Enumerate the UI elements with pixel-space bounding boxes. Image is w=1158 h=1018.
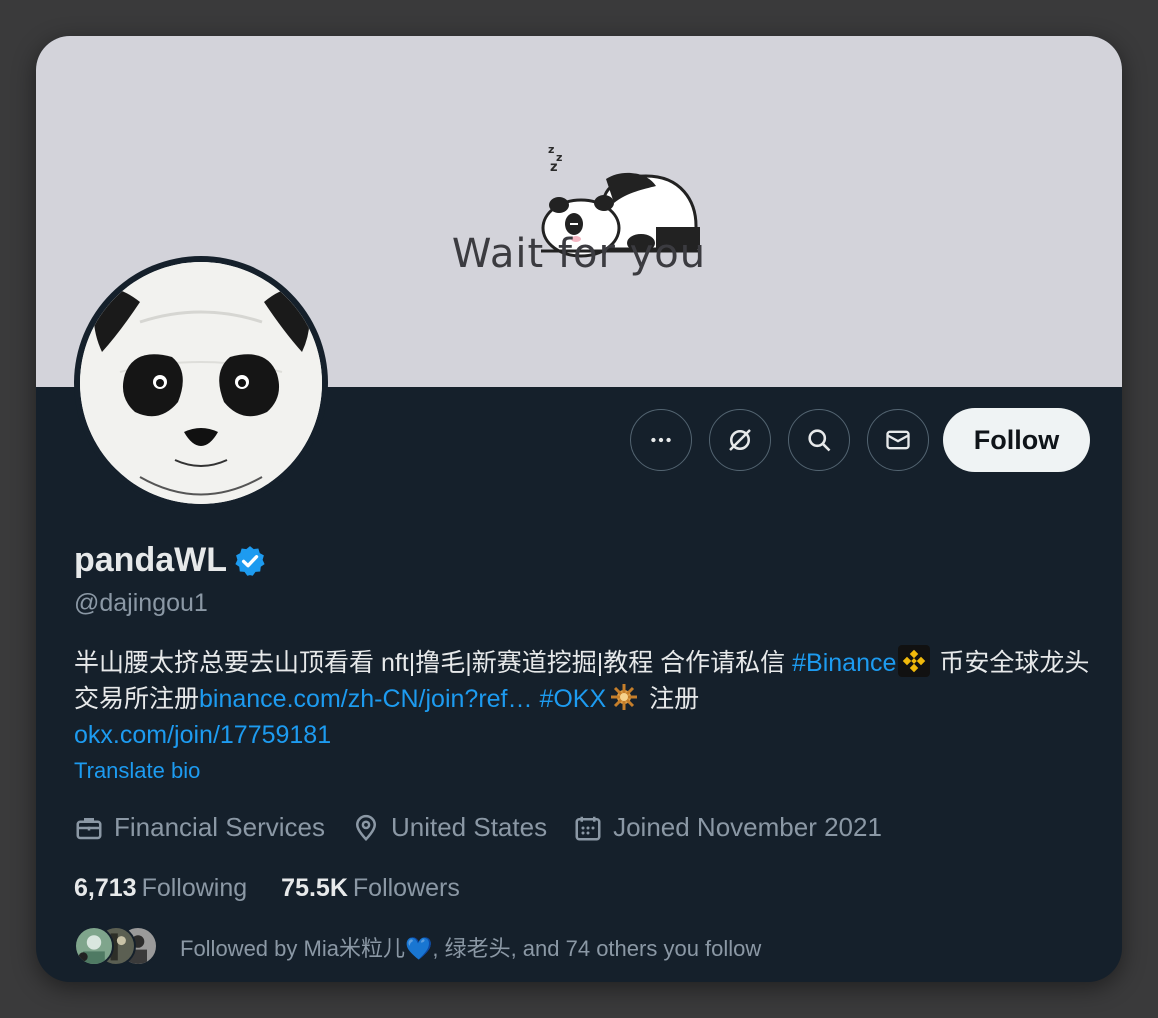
followers-count: 75.5K (281, 874, 348, 902)
location-pin-icon (355, 814, 376, 841)
handle: @dajingou1 (74, 589, 208, 617)
category-label: Financial Services (114, 812, 325, 842)
profile-meta: Financial Services United States Joined … (74, 812, 908, 843)
display-name-row: pandaWL (74, 541, 267, 580)
grok-button[interactable] (709, 409, 771, 471)
svg-text:z: z (550, 160, 558, 175)
display-name: pandaWL (74, 541, 227, 579)
bio-text: 半山腰太挤总要去山顶看看 nft|撸毛|新赛道挖掘|教程 合作请私信 (74, 649, 793, 677)
location-label: United States (390, 812, 548, 842)
joined-label: Joined November 2021 (613, 812, 882, 842)
followers-label: Followers (352, 874, 460, 902)
bio-text: 注册 (642, 685, 700, 713)
following-link[interactable]: 6,713 Following (74, 874, 247, 903)
hashtag-okx[interactable]: #OKX (539, 685, 606, 713)
search-icon (808, 429, 831, 452)
following-count: 6,713 (74, 874, 137, 902)
briefcase-icon (76, 817, 102, 839)
message-button[interactable] (867, 409, 929, 471)
hashtag-binance[interactable]: #Binance (792, 649, 896, 677)
verified-badge-icon[interactable] (233, 544, 267, 578)
grok-icon (729, 429, 751, 451)
search-profile-button[interactable] (788, 409, 850, 471)
binance-referral-link[interactable]: binance.com/zh-CN/join?ref… (199, 685, 532, 713)
follow-button[interactable]: Follow (943, 408, 1090, 472)
joined-item: Joined November 2021 (573, 812, 882, 843)
following-label: Following (141, 874, 248, 902)
avatar-image (80, 262, 322, 504)
category-item: Financial Services (74, 812, 325, 843)
envelope-icon (886, 430, 910, 450)
panda-face-icon (80, 262, 322, 504)
profile-actions: Follow (630, 408, 1090, 472)
binance-logo-icon (898, 645, 931, 677)
follow-stats: 6,713 Following 75.5K Followers (74, 874, 494, 903)
follower-avatars (74, 926, 158, 968)
calendar-icon (575, 816, 601, 840)
followers-link[interactable]: 75.5K Followers (281, 874, 460, 903)
followed-by-text: Followed by Mia米粒儿💙, 绿老头, and 74 others … (180, 936, 762, 961)
location-item: United States (351, 812, 547, 843)
followed-by[interactable]: Followed by Mia米粒儿💙, 绿老头, and 74 others … (74, 926, 761, 968)
profile-card: z z z Wait for you Follow pandaWL @dajin… (36, 36, 1122, 982)
avatar[interactable] (74, 256, 328, 510)
translate-bio-link[interactable]: Translate bio (74, 758, 200, 784)
follower-avatar (74, 926, 114, 966)
more-button[interactable] (630, 409, 692, 471)
more-icon (651, 437, 671, 443)
svg-text:z: z (548, 143, 554, 156)
okx-referral-link[interactable]: okx.com/join/17759181 (74, 721, 331, 749)
okx-emoji-icon (611, 684, 638, 710)
bio: 半山腰太挤总要去山顶看看 nft|撸毛|新赛道挖掘|教程 合作请私信 #Bina… (74, 645, 1104, 753)
